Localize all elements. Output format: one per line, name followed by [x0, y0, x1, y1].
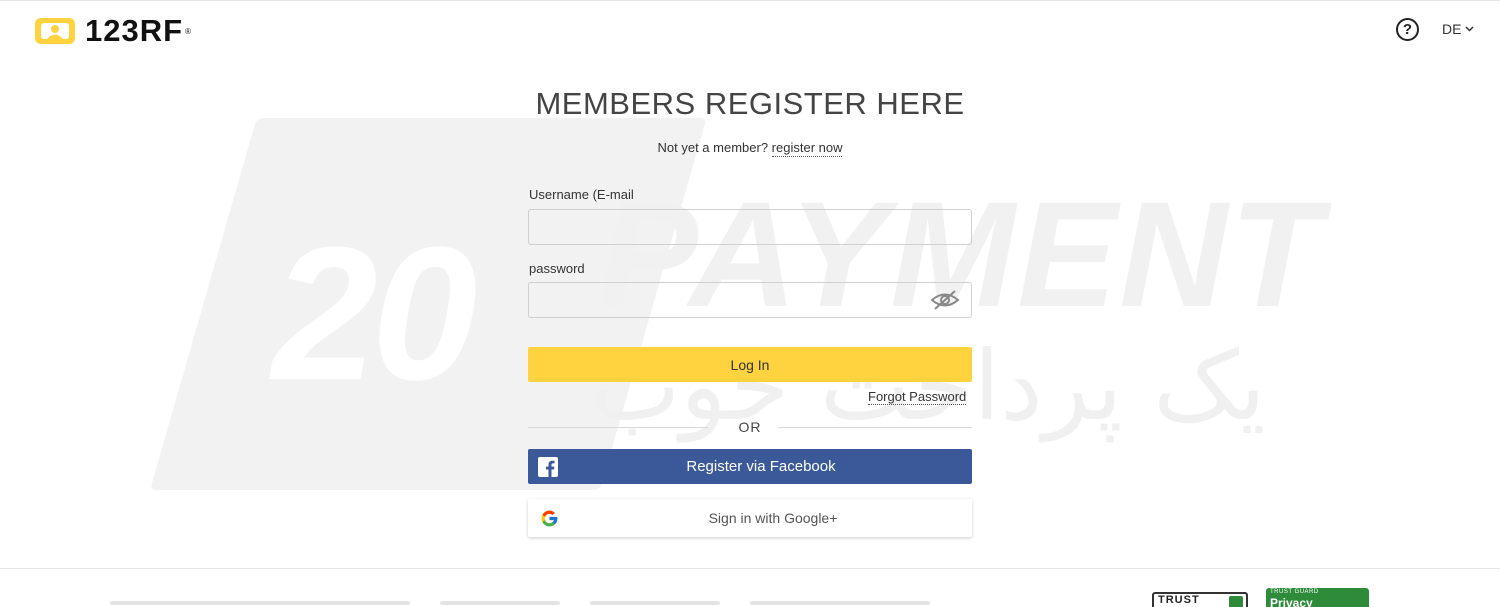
register-prompt-text: Not yet a member?	[657, 140, 769, 155]
register-now-link[interactable]: register now	[771, 140, 843, 157]
footer-links	[110, 601, 930, 607]
checkmark-icon	[1229, 596, 1243, 607]
footer-link-placeholder[interactable]	[590, 601, 720, 605]
divider-line-right	[778, 427, 972, 428]
username-input[interactable]	[528, 209, 972, 245]
login-button[interactable]: Log In	[528, 347, 972, 382]
login-panel: MEMBERS REGISTER HERE Not yet a member? …	[0, 0, 1500, 607]
privacy-badge-label: Privacy	[1270, 596, 1313, 607]
trust-badge[interactable]: TRUST	[1152, 592, 1248, 607]
trust-badge-label: TRUST	[1158, 594, 1200, 606]
footer-link-placeholder[interactable]	[440, 601, 560, 605]
google-signin-button[interactable]: Sign in with Google+	[528, 499, 972, 537]
facebook-button-label: Register via Facebook	[686, 458, 836, 475]
password-input[interactable]	[528, 282, 972, 318]
forgot-password-link[interactable]: Forgot Password	[868, 389, 967, 405]
register-prompt: Not yet a member? register now	[0, 140, 1500, 157]
google-button-label: Sign in with Google+	[708, 510, 838, 526]
privacy-badge[interactable]: TRUST GUARD Privacy	[1266, 588, 1369, 607]
username-label: Username (E-mail	[529, 187, 634, 202]
or-divider: OR	[528, 419, 972, 437]
eye-slash-icon[interactable]	[930, 289, 960, 311]
page-title: MEMBERS REGISTER HERE	[535, 86, 965, 121]
facebook-register-button[interactable]: Register via Facebook	[528, 449, 972, 484]
privacy-badge-top: TRUST GUARD	[1270, 589, 1319, 595]
footer-link-placeholder[interactable]	[750, 601, 930, 605]
password-label: password	[529, 261, 585, 276]
footer-link-placeholder[interactable]	[110, 601, 410, 605]
site-footer: TRUST TRUST GUARD Privacy	[0, 568, 1500, 607]
